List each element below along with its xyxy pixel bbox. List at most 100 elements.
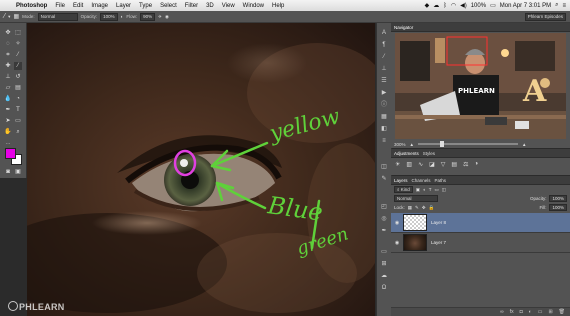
tab-channels[interactable]: Channels: [412, 178, 431, 183]
add-mask-icon[interactable]: ◘: [520, 309, 523, 315]
foreground-color-swatch[interactable]: [5, 148, 16, 159]
layer-style-icon[interactable]: fx: [510, 309, 514, 315]
brightness-icon[interactable]: ☀: [395, 161, 400, 168]
blend-mode-select[interactable]: Normal: [394, 195, 438, 202]
path-select-icon[interactable]: ➤: [4, 117, 12, 125]
brush-panel-icon[interactable]: ▦: [13, 13, 19, 20]
gradient-icon[interactable]: ▤: [14, 84, 22, 92]
screen-mode-icon[interactable]: ▣: [14, 168, 22, 176]
type-tool-icon[interactable]: T: [14, 106, 22, 114]
paragraph-panel-icon[interactable]: ¶: [380, 41, 388, 49]
actions-panel-icon[interactable]: ▶: [380, 89, 388, 97]
menu-layer[interactable]: Layer: [112, 3, 135, 9]
filter-type-icon[interactable]: T: [429, 187, 432, 192]
pressure-size-icon[interactable]: ◉: [165, 14, 169, 20]
menu-help[interactable]: Help: [268, 3, 288, 9]
mode-select[interactable]: Normal: [37, 12, 78, 21]
pressure-opacity-icon[interactable]: ◐: [121, 14, 124, 19]
menu-file[interactable]: File: [51, 3, 69, 9]
fill-field[interactable]: 100%: [549, 204, 567, 211]
color-panel-icon[interactable]: ◧: [380, 125, 388, 133]
brush-tool-icon[interactable]: ⁄: [14, 62, 22, 70]
brush-panel-icon[interactable]: ⁄: [380, 53, 388, 61]
menu-view[interactable]: View: [218, 3, 239, 9]
tab-layers[interactable]: Layers: [394, 178, 408, 183]
healing-brush-icon[interactable]: ✚: [4, 62, 12, 70]
blur-tool-icon[interactable]: 💧: [4, 95, 12, 103]
lock-transparent-icon[interactable]: ▦: [408, 205, 412, 211]
eyedropper-icon[interactable]: ⁄: [14, 51, 22, 59]
clock[interactable]: Mon Apr 7 3:01 PM: [500, 3, 551, 9]
wifi-icon[interactable]: ◠: [451, 2, 456, 9]
zoom-tool-icon[interactable]: ⌕: [14, 128, 22, 136]
edit-toolbar-icon[interactable]: …: [4, 139, 12, 147]
cloud-icon[interactable]: ☁: [433, 2, 439, 9]
zoom-out-icon[interactable]: ▲: [410, 142, 414, 147]
link-layers-icon[interactable]: ∞: [500, 309, 504, 315]
marquee-tool-icon[interactable]: ⬚: [14, 29, 22, 37]
crop-tool-icon[interactable]: ⌗: [4, 51, 12, 59]
zoom-in-icon[interactable]: ▲: [522, 142, 526, 147]
search-icon[interactable]: ⌕: [555, 2, 558, 9]
new-group-icon[interactable]: ▭: [538, 309, 543, 315]
new-adjustment-icon[interactable]: ◐: [529, 309, 532, 315]
clone-stamp-icon[interactable]: ⊥: [4, 73, 12, 81]
workspace-switcher[interactable]: Phlearn Episodes: [524, 12, 566, 21]
flow-field[interactable]: 90%: [140, 12, 156, 21]
quick-mask-icon[interactable]: ◙: [4, 168, 12, 176]
new-layer-icon[interactable]: ⊞: [548, 309, 552, 315]
layer-name[interactable]: Layer 7: [431, 240, 446, 245]
menu-filter[interactable]: Filter: [181, 3, 202, 9]
color-balance-icon[interactable]: ⚖: [463, 161, 468, 168]
character-panel-icon[interactable]: A: [380, 29, 388, 37]
hue-sat-icon[interactable]: ▤: [451, 161, 457, 168]
filter-adjust-icon[interactable]: ◐: [423, 187, 426, 192]
shape-tool-icon[interactable]: ▭: [14, 117, 22, 125]
exposure-icon[interactable]: ◪: [429, 161, 435, 168]
menu-edit[interactable]: Edit: [69, 3, 87, 9]
dodge-tool-icon[interactable]: ◔: [14, 95, 22, 103]
brush-preset-picker[interactable]: ▾: [8, 14, 10, 20]
lasso-tool-icon[interactable]: ◌: [4, 40, 12, 48]
tab-styles[interactable]: Styles: [423, 151, 435, 156]
history-brush-icon[interactable]: ↺: [14, 73, 22, 81]
layer-name[interactable]: Layer 8: [431, 220, 446, 225]
filter-pixel-icon[interactable]: ▣: [416, 187, 420, 193]
battery-percent[interactable]: 100%: [471, 3, 486, 9]
menu-3d[interactable]: 3D: [202, 3, 218, 9]
tab-adjustments[interactable]: Adjustments: [394, 151, 419, 156]
zoom-slider[interactable]: [417, 141, 518, 147]
channels-mini-icon[interactable]: ◎: [380, 215, 388, 223]
visibility-eye-icon[interactable]: ◉: [391, 220, 403, 226]
menu-app-name[interactable]: Photoshop: [12, 3, 51, 9]
opacity-field[interactable]: 100%: [100, 12, 118, 21]
move-tool-icon[interactable]: ✥: [4, 29, 12, 37]
visibility-eye-icon[interactable]: ◉: [391, 240, 403, 246]
libraries-icon[interactable]: ☁: [380, 272, 388, 280]
dropbox-icon[interactable]: ◆: [425, 2, 430, 9]
levels-icon[interactable]: ▥: [406, 161, 412, 168]
glyphs-icon[interactable]: Ω: [380, 284, 388, 292]
hand-tool-icon[interactable]: ✋: [4, 128, 12, 136]
tab-navigator[interactable]: Navigator: [394, 25, 413, 30]
document-canvas[interactable]: yellow Blue green: [27, 23, 375, 316]
brush-tool-icon[interactable]: ⁄: [4, 13, 5, 20]
navigator-thumbnail[interactable]: A PHLEARN: [395, 33, 566, 139]
volume-icon[interactable]: ◀): [460, 2, 467, 9]
airbrush-icon[interactable]: ✈: [158, 14, 162, 20]
pen-tool-icon[interactable]: ✒: [4, 106, 12, 114]
layers-mini-icon[interactable]: ◰: [380, 203, 388, 211]
bluetooth-icon[interactable]: ᛒ: [443, 3, 447, 9]
measure-icon[interactable]: ⊞: [380, 260, 388, 268]
filter-smart-icon[interactable]: ◫: [442, 187, 446, 193]
delete-layer-icon[interactable]: 🗑: [559, 309, 565, 315]
history-panel-icon[interactable]: ☰: [380, 77, 388, 85]
lock-pixels-icon[interactable]: ✎: [415, 205, 419, 211]
info-panel-icon[interactable]: ⓘ: [380, 101, 388, 109]
filter-kind-select[interactable]: ⌕ Kind: [394, 186, 413, 193]
navigator-zoom[interactable]: 300%: [394, 142, 406, 147]
filter-shape-icon[interactable]: ▭: [435, 187, 439, 193]
menu-type[interactable]: Type: [135, 3, 156, 9]
layer-row-layer-8[interactable]: ◉ Layer 8: [391, 213, 570, 233]
zoom-slider-knob[interactable]: [439, 141, 444, 147]
